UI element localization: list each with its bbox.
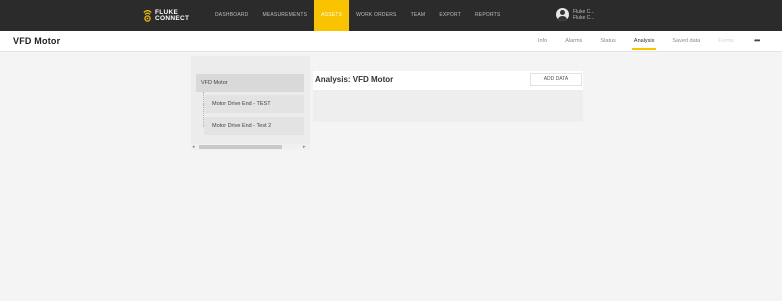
tab-info[interactable]: Info — [529, 31, 556, 52]
more-horizontal-icon[interactable]: ••• — [754, 37, 760, 45]
tab-saved-data[interactable]: Saved data — [663, 31, 709, 52]
tab-status[interactable]: Status — [591, 31, 625, 52]
nav-item-work-orders[interactable]: WORK ORDERS — [349, 0, 404, 31]
analysis-header: Analysis: VFD Motor ADD DATA — [313, 71, 583, 90]
user-avatar-icon[interactable] — [556, 8, 569, 21]
nav-item-reports[interactable]: REPORTS — [468, 0, 507, 31]
nav-item-team[interactable]: TEAM — [404, 0, 433, 31]
tree-item-root[interactable]: VFD Motor — [196, 74, 304, 92]
tab-alarms[interactable]: Alarms — [556, 31, 591, 52]
tree-item-child[interactable]: Motor Drive End - TEST — [204, 95, 304, 113]
fluke-connect-logo[interactable]: FLUKE CONNECT — [143, 6, 189, 26]
tree-horizontal-scrollbar[interactable]: ◂ ▸ — [191, 144, 310, 150]
nav-item-dashboard[interactable]: DASHBOARD — [208, 0, 255, 31]
add-data-button[interactable]: ADD DATA — [530, 73, 582, 86]
tree-item-child[interactable]: Motor Drive End - Test 2 — [204, 117, 304, 135]
scroll-left-arrow-icon[interactable]: ◂ — [192, 144, 195, 150]
analysis-title: Analysis: VFD Motor — [315, 75, 394, 84]
nav-item-export[interactable]: EXPORT — [432, 0, 468, 31]
user-name-line2: Fluke C... — [573, 14, 595, 21]
user-menu[interactable]: Fluke C... Fluke C... — [556, 8, 594, 21]
logo-wordmark: FLUKE CONNECT — [155, 9, 190, 22]
user-names: Fluke C... Fluke C... — [573, 9, 594, 21]
tab-forms[interactable]: Forms — [709, 31, 743, 52]
main-nav: DASHBOARD MEASUREMENTS ASSETS WORK ORDER… — [208, 0, 507, 31]
fluke-wifi-icon — [143, 8, 152, 24]
user-name-line1: Fluke C... — [573, 8, 595, 15]
page-title: VFD Motor — [13, 36, 61, 46]
analysis-content — [313, 90, 583, 122]
nav-item-assets[interactable]: ASSETS — [314, 0, 350, 31]
nav-item-measurements[interactable]: MEASUREMENTS — [255, 0, 314, 31]
page-header: VFD Motor Info Alarms Status Analysis Sa… — [0, 31, 782, 52]
tab-analysis[interactable]: Analysis — [625, 31, 663, 52]
scroll-right-arrow-icon[interactable]: ▸ — [303, 144, 306, 150]
asset-tabs: Info Alarms Status Analysis Saved data F… — [529, 31, 743, 52]
asset-tree: VFD Motor Motor Drive End - TEST Motor D… — [191, 56, 310, 150]
scrollbar-thumb[interactable] — [199, 145, 282, 149]
top-navigation-bar: FLUKE CONNECT DASHBOARD MEASUREMENTS ASS… — [0, 0, 782, 31]
